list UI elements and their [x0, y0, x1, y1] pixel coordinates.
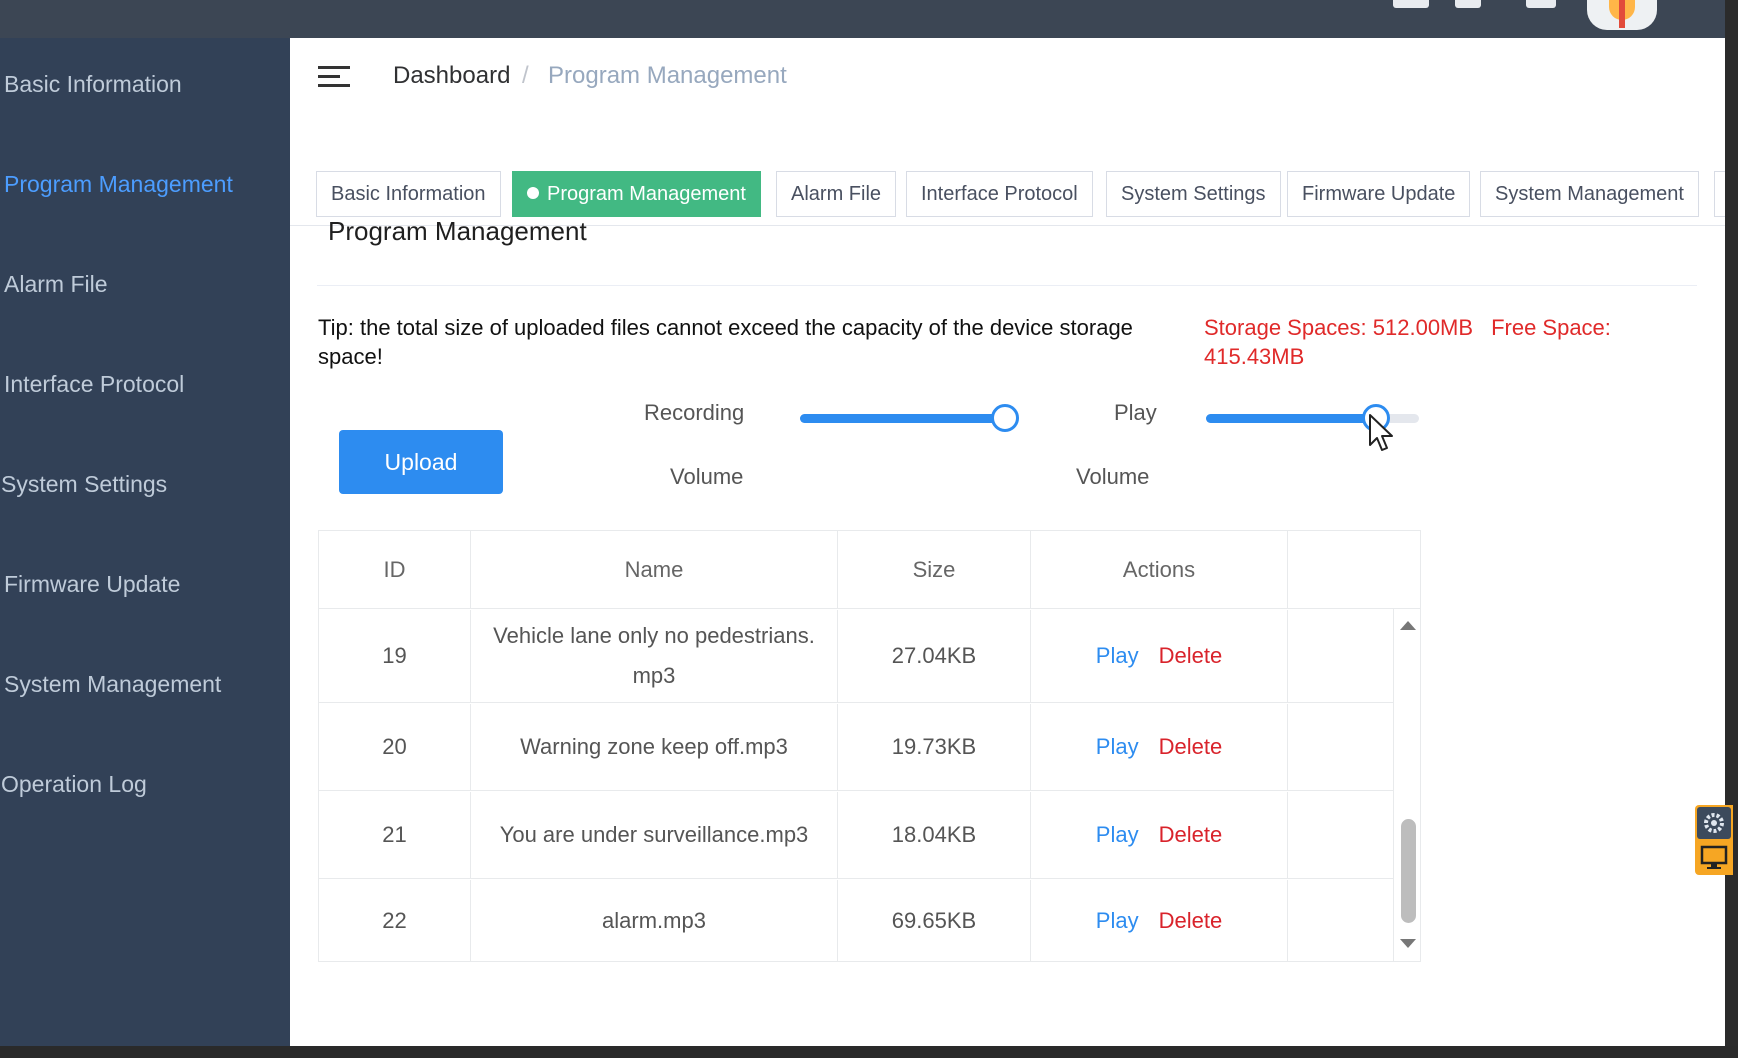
tag-overflow-edge [1714, 171, 1725, 217]
cell-name: Warning zone keep off.mp3 [471, 704, 838, 790]
sidebar-item-basic-information[interactable]: Basic Information [4, 64, 182, 104]
tag-alarm-file[interactable]: Alarm File [776, 171, 897, 217]
scrollbar-thumb[interactable] [1401, 819, 1416, 923]
cell-id: 19 [319, 610, 471, 702]
recording-volume-label-2: Volume [670, 464, 744, 489]
column-header-size: Size [838, 531, 1031, 609]
fullscreen-icon[interactable] [1393, 0, 1429, 8]
tag-program-management[interactable]: Program Management [512, 171, 761, 217]
cell-actions: Play Delete [1031, 880, 1288, 961]
avatar[interactable] [1587, 0, 1657, 30]
gear-icon[interactable] [1697, 807, 1731, 839]
table-row: 20 Warning zone keep off.mp3 19.73KB Pla… [319, 704, 1393, 791]
bottom-strip [0, 1046, 1738, 1058]
cell-size: 18.04KB [838, 792, 1031, 878]
title-divider [317, 285, 1697, 286]
recording-volume-label-1: Recording [644, 400, 745, 425]
tag-label: Program Management [547, 183, 746, 205]
mouse-pointer-icon [1369, 414, 1393, 451]
size-icon[interactable] [1455, 0, 1481, 8]
hamburger-icon[interactable] [318, 66, 350, 92]
cell-size: 69.65KB [838, 880, 1031, 961]
message-icon[interactable] [1526, 0, 1556, 8]
play-button[interactable]: Play [1096, 815, 1139, 855]
tag-system-management[interactable]: System Management [1480, 171, 1699, 217]
play-button[interactable]: Play [1096, 727, 1139, 767]
cell-name: Vehicle lane only no pedestrians.mp3 [471, 610, 838, 702]
column-header-actions: Actions [1031, 531, 1288, 609]
storage-spaces: Storage Spaces: 512.00MB [1204, 315, 1474, 340]
table-row: 22 alarm.mp3 69.65KB Play Delete [319, 880, 1393, 961]
sidebar-item-interface-protocol[interactable]: Interface Protocol [4, 364, 184, 404]
cell-actions: Play Delete [1031, 610, 1288, 702]
cell-name: You are under surveillance.mp3 [471, 792, 838, 878]
delete-button[interactable]: Delete [1159, 727, 1223, 767]
triangle-down-icon[interactable] [1400, 939, 1416, 948]
sidebar-item-system-management[interactable]: System Management [4, 664, 221, 704]
play-volume-label-1: Play [1114, 400, 1157, 425]
table-scrollbar[interactable] [1393, 609, 1420, 961]
cell-size: 27.04KB [838, 610, 1031, 702]
delete-button[interactable]: Delete [1159, 636, 1223, 676]
sidebar-item-program-management[interactable]: Program Management [4, 164, 233, 204]
tag-basic-information[interactable]: Basic Information [316, 171, 501, 217]
sidebar-item-firmware-update[interactable]: Firmware Update [4, 564, 180, 604]
table-row: 19 Vehicle lane only no pedestrians.mp3 … [319, 610, 1393, 703]
monitor-icon[interactable] [1697, 841, 1731, 873]
cell-id: 22 [319, 880, 471, 961]
delete-button[interactable]: Delete [1159, 815, 1223, 855]
column-header-name: Name [471, 531, 838, 609]
delete-button[interactable]: Delete [1159, 901, 1223, 941]
play-volume-label-2: Volume [1076, 464, 1150, 489]
sidebar-item-operation-log[interactable]: Operation Log [1, 764, 147, 804]
breadcrumb-root[interactable]: Dashboard [393, 62, 510, 90]
storage-tip: Tip: the total size of uploaded files ca… [318, 315, 1133, 369]
cell-actions: Play Delete [1031, 704, 1288, 790]
program-table: ID Name Size Actions 19 Vehicle lane onl… [318, 530, 1421, 962]
avatar-tie [1619, 0, 1625, 28]
floating-widget[interactable] [1695, 805, 1733, 875]
recording-volume-slider[interactable] [800, 403, 1019, 433]
triangle-up-icon[interactable] [1400, 621, 1416, 630]
active-dot-icon [527, 187, 539, 199]
cell-actions: Play Delete [1031, 792, 1288, 878]
slider-handle[interactable] [991, 404, 1019, 432]
sidebar: Basic Information Program Management Ala… [0, 38, 290, 1046]
table-row: 21 You are under surveillance.mp3 18.04K… [319, 792, 1393, 879]
tag-system-settings[interactable]: System Settings [1106, 171, 1281, 217]
table-header: ID Name Size Actions [319, 531, 1420, 609]
breadcrumb-current: Program Management [548, 62, 787, 89]
cell-id: 21 [319, 792, 471, 878]
cell-id: 20 [319, 704, 471, 790]
slider-fill [1206, 414, 1377, 423]
upload-button[interactable]: Upload [339, 430, 503, 494]
slider-fill [800, 414, 1005, 423]
play-button[interactable]: Play [1096, 636, 1139, 676]
sidebar-item-alarm-file[interactable]: Alarm File [4, 264, 108, 304]
tag-firmware-update[interactable]: Firmware Update [1287, 171, 1471, 217]
sidebar-item-system-settings[interactable]: System Settings [1, 464, 167, 504]
storage-info: Storage Spaces: 512.00MB Free Space: 415.… [1204, 313, 1674, 371]
column-header-id: ID [319, 531, 471, 609]
top-bar [0, 0, 1725, 38]
cell-size: 19.73KB [838, 704, 1031, 790]
main-content: Dashboard / Program Management Basic Inf… [290, 38, 1725, 1046]
play-button[interactable]: Play [1096, 901, 1139, 941]
page-title: Program Management [328, 216, 587, 246]
breadcrumb-separator: / [522, 62, 529, 89]
cell-name: alarm.mp3 [471, 880, 838, 961]
tag-interface-protocol[interactable]: Interface Protocol [906, 171, 1093, 217]
